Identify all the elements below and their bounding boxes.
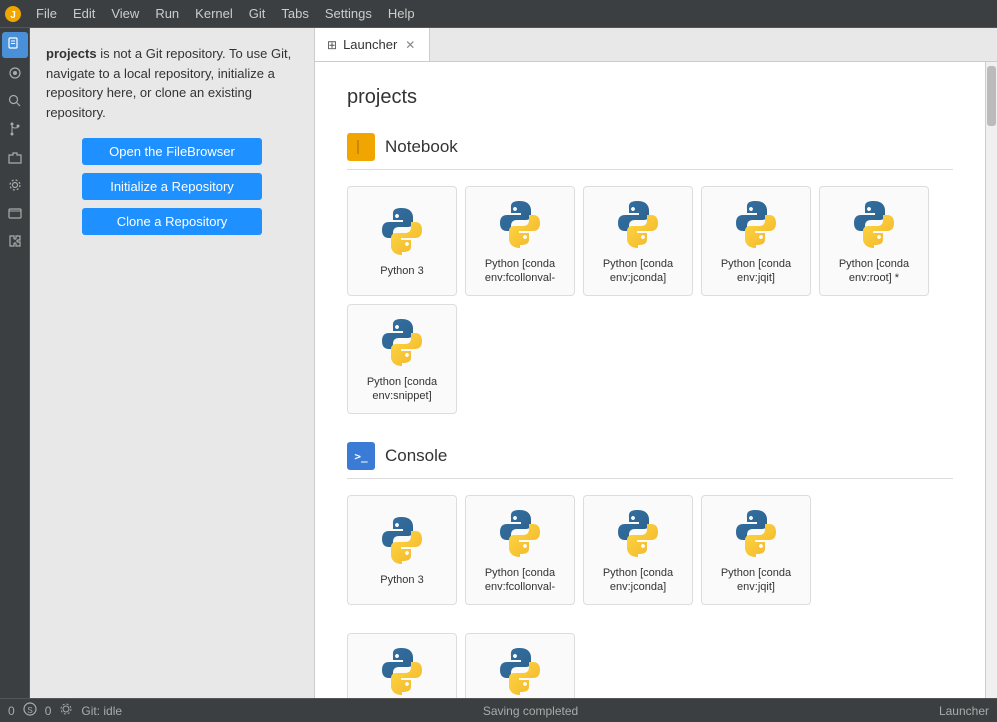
launcher-page-title: projects (347, 86, 953, 109)
console-section-label: Console (385, 446, 447, 466)
python-logo-icon (730, 506, 782, 558)
console-section-header: >_ Console (347, 442, 953, 479)
menu-help[interactable]: Help (380, 4, 423, 23)
python-logo-icon (376, 315, 428, 367)
kernel-label: Python [conda env:fcollonval- (474, 566, 566, 595)
menu-tabs[interactable]: Tabs (273, 4, 316, 23)
python-fcollonval-notebook[interactable]: Python [conda env:fcollonval- (465, 186, 575, 296)
menu-edit[interactable]: Edit (65, 4, 103, 23)
notebook-section-label: Notebook (385, 137, 458, 157)
sidebar-git-icon[interactable] (2, 116, 28, 142)
svg-text:S: S (27, 706, 32, 715)
open-filebrowser-button[interactable]: Open the FileBrowser (82, 138, 262, 165)
python-logo-icon (376, 644, 428, 696)
kernel-label: Python [conda env:root] * (828, 257, 920, 286)
launcher-tab-label: Launcher (343, 37, 397, 52)
python-logo-icon (376, 513, 428, 565)
status-launcher-label: Launcher (939, 704, 989, 718)
python-logo-icon (494, 644, 546, 696)
status-right: Launcher (939, 704, 989, 718)
menu-run[interactable]: Run (147, 4, 187, 23)
python-logo-icon (612, 506, 664, 558)
launcher-content: projects Notebook (315, 62, 985, 698)
menubar: J File Edit View Run Kernel Git Tabs Set… (0, 0, 997, 28)
menu-git[interactable]: Git (241, 4, 274, 23)
python-logo-icon (848, 197, 900, 249)
console-kernels-grid: Python 3 Python [conda env:fcollonval- (347, 495, 953, 605)
initialize-repository-button[interactable]: Initialize a Repository (82, 173, 262, 200)
scrollbar-thumb[interactable] (987, 66, 996, 126)
menu-file[interactable]: File (28, 4, 65, 23)
sidebar-folder-icon[interactable] (2, 200, 28, 226)
python-root-notebook[interactable]: Python [conda env:root] * (819, 186, 929, 296)
python-snippet-console[interactable]: Python [conda env:snippet] (465, 633, 575, 698)
menu-settings[interactable]: Settings (317, 4, 380, 23)
scrollbar-track[interactable] (985, 62, 997, 698)
python-jqit-console[interactable]: Python [conda env:jqit] (701, 495, 811, 605)
sidebar-files-icon[interactable] (2, 32, 28, 58)
status-left: 0 S 0 Git: idle (8, 702, 122, 719)
status-s-icon: S (23, 702, 37, 719)
kernel-label: Python [conda env:jconda] (592, 566, 684, 595)
python-logo-icon (730, 197, 782, 249)
sidebar-settings-icon[interactable] (2, 172, 28, 198)
extra-kernels-grid: Python [conda env:root] Python [conda en… (347, 633, 953, 698)
python-root-console[interactable]: Python [conda env:root] (347, 633, 457, 698)
launcher-tab[interactable]: ⊞ Launcher ✕ (315, 28, 430, 61)
kernel-label: Python 3 (380, 264, 423, 278)
python3-notebook[interactable]: Python 3 (347, 186, 457, 296)
sidebar-puzzle-icon[interactable] (2, 228, 28, 254)
python-fcollonval-console[interactable]: Python [conda env:fcollonval- (465, 495, 575, 605)
menu-view[interactable]: View (103, 4, 147, 23)
status-gear-icon (59, 702, 73, 719)
status-count: 0 (45, 704, 52, 718)
status-center: Saving completed (134, 704, 927, 718)
launcher-area: ⊞ Launcher ✕ projects Notebook (315, 28, 997, 698)
status-message: Saving completed (483, 704, 578, 718)
kernel-label: Python [conda env:fcollonval- (474, 257, 566, 286)
status-bar: 0 S 0 Git: idle Saving completed Launche… (0, 698, 997, 722)
console-section-icon: >_ (347, 442, 375, 470)
clone-repository-button[interactable]: Clone a Repository (82, 208, 262, 235)
sidebar-icons (0, 28, 30, 698)
status-zero: 0 (8, 704, 15, 718)
kernel-label: Python [conda env:snippet] (356, 375, 448, 404)
python-logo-icon (494, 197, 546, 249)
git-panel: projects is not a Git repository. To use… (30, 28, 315, 698)
sidebar-extensions-icon[interactable] (2, 144, 28, 170)
app-logo: J (4, 5, 22, 23)
python3-console[interactable]: Python 3 (347, 495, 457, 605)
notebook-section-icon (347, 133, 375, 161)
python-logo-icon (612, 197, 664, 249)
python-jconda-console[interactable]: Python [conda env:jconda] (583, 495, 693, 605)
svg-text:J: J (10, 10, 16, 21)
sidebar-running-icon[interactable] (2, 60, 28, 86)
notebook-section-header: Notebook (347, 133, 953, 170)
kernel-label: Python [conda env:jconda] (592, 257, 684, 286)
launcher-tab-icon: ⊞ (327, 38, 337, 52)
menu-kernel[interactable]: Kernel (187, 4, 241, 23)
python-logo-icon (494, 506, 546, 558)
kernel-label: Python 3 (380, 573, 423, 587)
python-jqit-notebook[interactable]: Python [conda env:jqit] (701, 186, 811, 296)
python-snippet-notebook[interactable]: Python [conda env:snippet] (347, 304, 457, 414)
sidebar-search-icon[interactable] (2, 88, 28, 114)
git-status: Git: idle (81, 704, 122, 718)
python-logo-icon (376, 204, 428, 256)
notebook-kernels-grid: Python 3 Python [conda env:fcollonval- (347, 186, 953, 414)
kernel-label: Python [conda env:jqit] (710, 257, 802, 286)
main-area: projects is not a Git repository. To use… (0, 28, 997, 698)
launcher-tab-close[interactable]: ✕ (403, 38, 417, 52)
python-jconda-notebook[interactable]: Python [conda env:jconda] (583, 186, 693, 296)
tab-bar: ⊞ Launcher ✕ (315, 28, 997, 62)
kernel-label: Python [conda env:jqit] (710, 566, 802, 595)
git-info-text: projects is not a Git repository. To use… (46, 44, 298, 122)
